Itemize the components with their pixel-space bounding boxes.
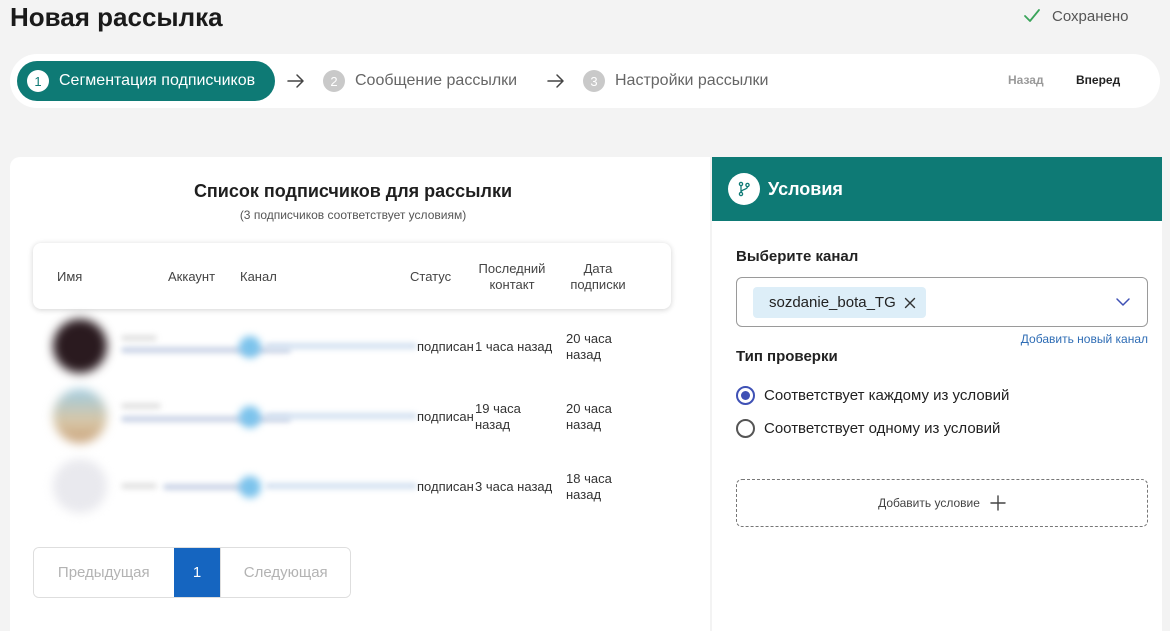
- channel-icon: [239, 406, 261, 428]
- row-subscribed-date: 18 часа назад: [566, 471, 612, 502]
- page-1-button[interactable]: 1: [173, 548, 221, 597]
- saved-label: Сохранено: [1052, 7, 1129, 25]
- column-subscribed-date: Дата подписки: [570, 261, 626, 292]
- blurred-name: [121, 403, 161, 409]
- prev-page-button[interactable]: Предыдущая: [34, 548, 174, 597]
- column-channel: Канал: [240, 269, 277, 284]
- conditions-header: Условия: [712, 157, 1162, 221]
- row-status: подписан: [417, 479, 474, 494]
- step-number: 2: [323, 70, 345, 92]
- stepper: 1 Сегментация подписчиков 2 Сообщение ра…: [10, 54, 1160, 108]
- list-subtitle: (3 подписчиков соответствует условиям): [239, 208, 467, 222]
- row-last-contact: 19 часа назад: [475, 401, 521, 432]
- row-status: подписан: [417, 339, 474, 354]
- add-channel-link[interactable]: Добавить новый канал: [1021, 332, 1148, 346]
- step-settings[interactable]: 3 Настройки рассылки: [583, 61, 768, 101]
- step-number: 3: [583, 70, 605, 92]
- pagination: Предыдущая 1 Следующая: [33, 547, 351, 598]
- blurred-name: [121, 335, 157, 341]
- column-name: Имя: [57, 269, 83, 284]
- channel-icon: [239, 336, 261, 358]
- row-subscribed-date: 20 часа назад: [566, 331, 612, 362]
- row-last-contact: 3 часа назад: [475, 479, 553, 494]
- radio-option-any[interactable]: Соответствует одному из условий: [736, 419, 1000, 438]
- avatar: [53, 389, 107, 443]
- checkmark-icon: [1024, 9, 1040, 22]
- row-status: подписан: [417, 409, 474, 424]
- conditions-title: Условия: [768, 178, 843, 199]
- chip-label: sozdanie_bota_TG: [769, 294, 896, 311]
- blurred-channel: [265, 343, 417, 349]
- chevron-down-icon[interactable]: [1115, 296, 1131, 308]
- table-row[interactable]: подписан 3 часа назад 18 часа назад: [33, 451, 673, 521]
- blurred-channel: [265, 483, 417, 489]
- table-header: Имя Аккаунт Канал Статус Последний конта…: [33, 243, 671, 309]
- page-title: Новая рассылка: [10, 2, 223, 32]
- close-icon[interactable]: [904, 297, 916, 309]
- back-button[interactable]: Назад: [1008, 73, 1044, 87]
- column-account: Аккаунт: [168, 269, 216, 284]
- radio-label: Соответствует одному из условий: [764, 420, 1001, 437]
- conditions-panel: Условия Выберите канал sozdanie_bota_TG …: [712, 157, 1162, 631]
- step-label: Сегментация подписчиков: [59, 72, 256, 89]
- add-condition-button[interactable]: Добавить условие: [736, 479, 1148, 527]
- check-type-label: Тип проверки: [736, 348, 838, 365]
- channel-icon: [239, 476, 261, 498]
- step-label: Настройки рассылки: [615, 72, 769, 89]
- blurred-name: [121, 483, 157, 489]
- step-number: 1: [27, 70, 49, 92]
- avatar: [53, 459, 107, 513]
- channel-select[interactable]: sozdanie_bota_TG: [736, 277, 1148, 327]
- radio-button[interactable]: [736, 419, 755, 438]
- step-segmentation[interactable]: 1 Сегментация подписчиков: [17, 61, 275, 101]
- add-condition-label: Добавить условие: [878, 496, 980, 510]
- subscriber-list-panel: Список подписчиков для рассылки (3 подпи…: [10, 157, 710, 631]
- radio-option-all[interactable]: Соответствует каждому из условий: [736, 386, 1009, 405]
- table-row[interactable]: подписан 19 часа назад 20 часа назад: [33, 381, 673, 451]
- saved-status: Сохранено: [1022, 6, 1128, 26]
- plus-icon: [990, 495, 1006, 511]
- row-subscribed-date: 20 часа назад: [566, 401, 612, 432]
- column-last-contact: Последний контакт: [478, 261, 546, 292]
- step-label: Сообщение рассылки: [355, 72, 518, 89]
- next-button[interactable]: Вперед: [1076, 73, 1120, 87]
- column-status: Статус: [410, 269, 452, 284]
- arrow-right-icon: [547, 74, 564, 88]
- list-title: Список подписчиков для рассылки: [193, 181, 513, 201]
- avatar: [53, 319, 107, 373]
- branch-icon: [728, 173, 760, 205]
- channel-chip: sozdanie_bota_TG: [753, 287, 926, 318]
- blurred-channel: [265, 413, 417, 419]
- row-last-contact: 1 часа назад: [475, 339, 553, 354]
- arrow-right-icon: [287, 74, 304, 88]
- step-message[interactable]: 2 Сообщение рассылки: [323, 61, 517, 101]
- radio-button[interactable]: [736, 386, 755, 405]
- table-row[interactable]: подписан 1 часа назад 20 часа назад: [33, 311, 673, 381]
- radio-label: Соответствует каждому из условий: [764, 387, 1010, 404]
- channel-label: Выберите канал: [736, 248, 859, 265]
- next-page-button[interactable]: Следующая: [220, 548, 350, 597]
